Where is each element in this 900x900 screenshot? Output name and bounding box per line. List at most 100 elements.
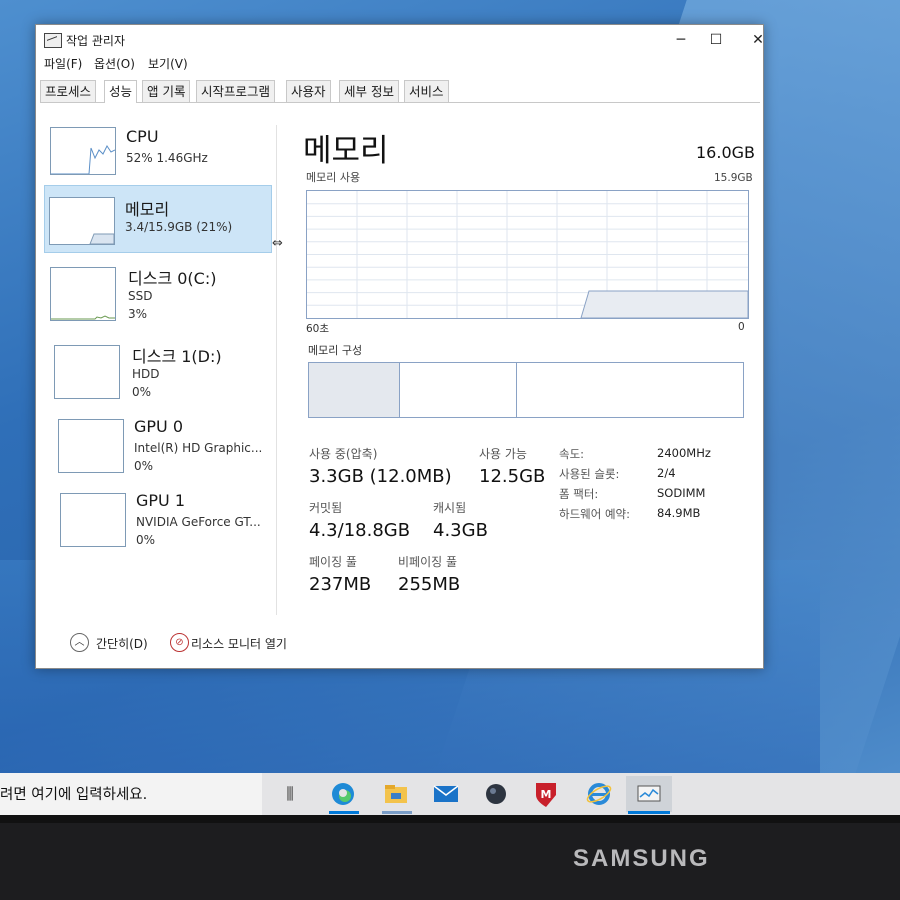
- menu-bar: 파일(F) 옵션(O) 보기(V): [36, 55, 763, 75]
- tab-bar: 프로세스 성능 앱 기록 시작프로그램 사용자 세부 정보 서비스: [40, 80, 760, 103]
- cpu-graph-icon: [50, 127, 116, 175]
- sidebar-item-gpu-1[interactable]: GPU 1 NVIDIA GeForce GT... 0%: [44, 487, 272, 555]
- edge-icon[interactable]: [327, 779, 359, 809]
- composition-in-use: [309, 363, 400, 417]
- available-value: 12.5GB: [479, 466, 546, 487]
- performance-sidebar: CPU 52% 1.46GHz 메모리 3.4/15.9GB (21%) 디스크…: [44, 119, 272, 619]
- graph-axis-start: 60초: [306, 323, 330, 335]
- window-title: 작업 관리자: [66, 34, 126, 48]
- menu-view[interactable]: 보기(V): [148, 55, 188, 72]
- search-placeholder: 려면 여기에 입력하세요.: [0, 787, 148, 803]
- spec-hw-reserved-value: 84.9MB: [657, 506, 701, 520]
- open-resource-monitor-link[interactable]: 리소스 모니터 열기: [191, 635, 287, 652]
- committed-label: 커밋됨: [309, 501, 343, 515]
- sidebar-item-detail: SSD: [128, 289, 153, 303]
- sidebar-splitter[interactable]: [276, 125, 277, 615]
- memory-graph-icon: [49, 197, 115, 245]
- task-manager-active-indicator: [628, 811, 670, 814]
- tab-services[interactable]: 서비스: [404, 80, 449, 102]
- spec-slots-label: 사용된 슬롯:: [559, 467, 620, 481]
- memory-composition-bar: [308, 362, 744, 418]
- sidebar-item-detail: NVIDIA GeForce GT...: [136, 515, 261, 529]
- svg-text:M: M: [541, 788, 552, 801]
- memory-usage-graph-svg: [307, 191, 749, 319]
- sidebar-item-usage: 0%: [136, 533, 156, 547]
- laptop-bezel-edge: [0, 815, 900, 823]
- maximize-button[interactable]: ☐: [701, 29, 731, 51]
- sidebar-item-detail: 52% 1.46GHz: [126, 151, 208, 165]
- menu-options[interactable]: 옵션(O): [94, 55, 135, 72]
- mcafee-icon[interactable]: M: [530, 779, 562, 809]
- resize-arrows-icon: ⇔: [272, 236, 283, 251]
- sidebar-item-memory[interactable]: 메모리 3.4/15.9GB (21%): [44, 185, 272, 253]
- sidebar-item-label: 디스크 1(D:): [132, 347, 222, 366]
- in-use-value: 3.3GB (12.0MB): [309, 466, 452, 487]
- fewer-details-link[interactable]: 간단히(D): [96, 635, 148, 652]
- menu-file[interactable]: 파일(F): [44, 55, 82, 72]
- laptop-bezel: [0, 815, 900, 900]
- gpu-graph-icon: [60, 493, 126, 547]
- close-button[interactable]: ✕: [743, 29, 773, 51]
- available-label: 사용 가능: [479, 447, 527, 461]
- in-use-label: 사용 중(압축): [309, 447, 378, 461]
- file-explorer-icon[interactable]: [380, 779, 412, 809]
- tab-users[interactable]: 사용자: [286, 80, 331, 102]
- nonpaged-pool-value: 255MB: [398, 574, 461, 595]
- page-title: 메모리: [303, 133, 389, 169]
- sidebar-item-cpu[interactable]: CPU 52% 1.46GHz: [44, 119, 272, 187]
- memory-composition-label: 메모리 구성: [308, 344, 363, 357]
- committed-value: 4.3/18.8GB: [309, 520, 411, 541]
- tab-performance[interactable]: 성능: [104, 80, 138, 103]
- spec-speed-value: 2400MHz: [657, 446, 711, 460]
- explorer-open-indicator: [382, 811, 412, 814]
- internet-explorer-icon[interactable]: [583, 779, 615, 809]
- memory-usage-label: 메모리 사용: [306, 171, 361, 184]
- cached-label: 캐시됨: [433, 501, 467, 515]
- nonpaged-pool-label: 비페이징 풀: [398, 555, 458, 569]
- sidebar-item-label: GPU 0: [134, 417, 184, 436]
- disk-graph-icon: [50, 267, 116, 321]
- task-view-icon[interactable]: ⫼: [274, 779, 306, 809]
- sidebar-item-detail: 3.4/15.9GB (21%): [125, 220, 233, 234]
- mail-icon[interactable]: [430, 779, 462, 809]
- task-manager-icon[interactable]: [626, 776, 672, 812]
- chevron-up-icon[interactable]: ︿: [70, 633, 89, 652]
- memory-usage-graph: [306, 190, 749, 319]
- sidebar-item-detail: HDD: [132, 367, 160, 381]
- sidebar-item-usage: 0%: [132, 385, 152, 399]
- tab-app-history[interactable]: 앱 기록: [142, 80, 191, 102]
- paged-pool-label: 페이징 풀: [309, 555, 357, 569]
- sidebar-item-disk-1[interactable]: 디스크 1(D:) HDD 0%: [44, 337, 272, 405]
- composition-standby: [400, 363, 517, 417]
- app-icon[interactable]: [480, 779, 512, 809]
- spec-form-factor-value: SODIMM: [657, 486, 706, 500]
- tab-details[interactable]: 세부 정보: [339, 80, 399, 102]
- total-memory: 16.0GB: [696, 143, 755, 162]
- spec-speed-label: 속도:: [559, 447, 585, 461]
- composition-free: [517, 363, 743, 417]
- paged-pool-value: 237MB: [309, 574, 372, 595]
- gpu-graph-icon: [58, 419, 124, 473]
- title-bar[interactable]: 작업 관리자 ─ ☐ ✕: [36, 25, 764, 55]
- edge-active-indicator: [329, 811, 359, 814]
- sidebar-item-usage: 0%: [134, 459, 154, 473]
- search-input[interactable]: 려면 여기에 입력하세요.: [0, 773, 262, 815]
- tab-startup[interactable]: 시작프로그램: [196, 80, 276, 102]
- taskbar: 려면 여기에 입력하세요. ⫼ M: [0, 773, 900, 815]
- spec-hw-reserved-label: 하드웨어 예약:: [559, 507, 631, 521]
- sidebar-item-label: 메모리: [125, 200, 170, 219]
- resource-monitor-icon[interactable]: ⊘: [170, 633, 189, 652]
- sidebar-item-usage: 3%: [128, 307, 148, 321]
- spec-form-factor-label: 폼 팩터:: [559, 487, 599, 501]
- task-manager-window: 작업 관리자 ─ ☐ ✕ 파일(F) 옵션(O) 보기(V) 프로세스 성능 앱…: [35, 24, 764, 669]
- spec-slots-value: 2/4: [657, 466, 676, 480]
- cached-value: 4.3GB: [433, 520, 488, 541]
- task-manager-icon: [44, 33, 62, 48]
- tab-processes[interactable]: 프로세스: [40, 80, 97, 102]
- graph-axis-end: 0: [738, 321, 745, 333]
- sidebar-item-label: GPU 1: [136, 491, 186, 510]
- sidebar-item-gpu-0[interactable]: GPU 0 Intel(R) HD Graphic... 0%: [44, 413, 272, 481]
- minimize-button[interactable]: ─: [666, 29, 696, 51]
- sidebar-item-disk-0[interactable]: 디스크 0(C:) SSD 3%: [44, 259, 272, 327]
- memory-usage-max: 15.9GB: [714, 172, 753, 184]
